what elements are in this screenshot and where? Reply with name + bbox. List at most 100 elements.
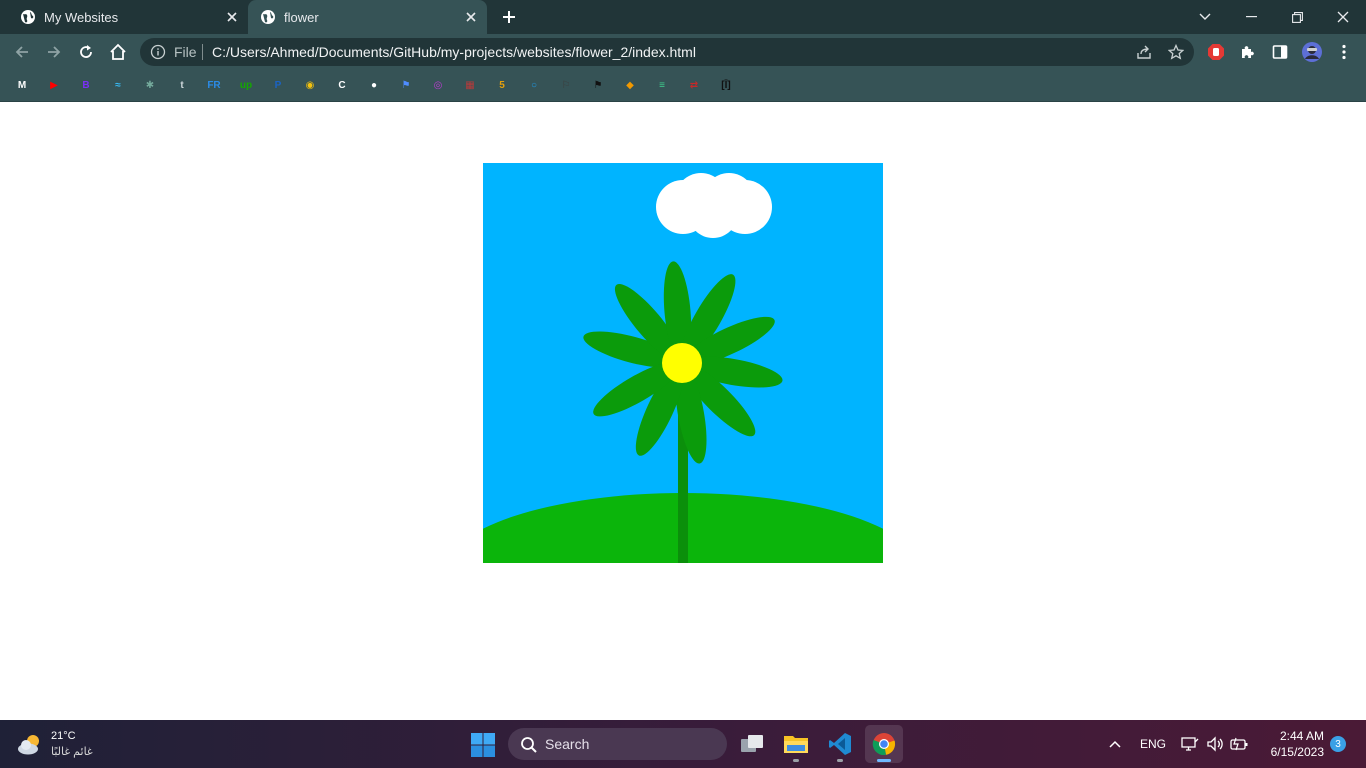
- arrow-right-icon: [48, 46, 61, 58]
- star-icon: [1168, 44, 1184, 60]
- tab-search-button[interactable]: [1182, 0, 1228, 34]
- taskbar: 21°C غائم غالبًا Search ENG 2:44 AM 6/15…: [0, 720, 1366, 768]
- partly-cloudy-icon[interactable]: [16, 732, 44, 756]
- tumblr-icon[interactable]: t: [173, 76, 191, 94]
- bookmark-star-button[interactable]: [1166, 42, 1186, 62]
- task-view-icon: [741, 735, 763, 752]
- chrome-menu-button[interactable]: [1332, 40, 1356, 64]
- task-view-button[interactable]: [733, 725, 771, 763]
- flower-center: [662, 343, 702, 383]
- running-indicator: [793, 759, 799, 762]
- upwork-icon[interactable]: up: [237, 76, 255, 94]
- home-icon: [110, 43, 126, 60]
- weather-temperature[interactable]: 21°C: [51, 730, 76, 742]
- url-text[interactable]: C:/Users/Ahmed/Documents/GitHub/my-proje…: [212, 44, 696, 60]
- share-icon: [1137, 45, 1151, 59]
- reload-button[interactable]: [74, 40, 98, 64]
- clock-date[interactable]: 6/15/2023: [1258, 745, 1324, 759]
- fr-icon[interactable]: FR: [205, 76, 223, 94]
- cloud: [656, 173, 772, 238]
- chrome-taskbar-button[interactable]: [865, 725, 903, 763]
- address-bar[interactable]: File C:/Users/Ahmed/Documents/GitHub/my-…: [140, 38, 1194, 66]
- bootstrap-icon[interactable]: B: [77, 76, 95, 94]
- file-explorer-button[interactable]: [777, 725, 815, 763]
- chrome-icon: [872, 733, 896, 756]
- youtube-icon[interactable]: ▶: [45, 76, 63, 94]
- active-indicator: [877, 759, 891, 762]
- extensions-button[interactable]: [1236, 40, 1260, 64]
- restore-icon: [1291, 11, 1303, 23]
- tab-title: flower: [284, 9, 319, 25]
- running-indicator: [837, 759, 843, 762]
- flag-icon[interactable]: ⚑: [397, 76, 415, 94]
- reload-icon: [80, 45, 92, 58]
- stripes-icon[interactable]: ≡: [653, 76, 671, 94]
- clock-time[interactable]: 2:44 AM: [1262, 729, 1324, 743]
- back-button[interactable]: [10, 40, 34, 64]
- dark-flag-icon[interactable]: ⚐: [557, 76, 575, 94]
- side-panel-icon: [1272, 45, 1288, 59]
- weather-description[interactable]: غائم غالبًا: [51, 745, 93, 758]
- tab-strip: My Websites flower: [0, 0, 1366, 34]
- network-icon[interactable]: [1180, 734, 1200, 754]
- tab-flower[interactable]: flower: [248, 0, 487, 34]
- tab-my-websites[interactable]: My Websites: [8, 0, 248, 34]
- battery-icon[interactable]: [1229, 734, 1249, 754]
- tab-title: My Websites: [44, 9, 119, 25]
- paypal-icon[interactable]: P: [269, 76, 287, 94]
- adblock-extension-button[interactable]: [1204, 40, 1228, 64]
- grid-icon[interactable]: ▦: [461, 76, 479, 94]
- github-icon[interactable]: ●: [365, 76, 383, 94]
- vscode-button[interactable]: [821, 725, 859, 763]
- restore-button[interactable]: [1274, 0, 1320, 34]
- chevron-down-icon: [1199, 13, 1211, 20]
- minimize-button[interactable]: [1228, 0, 1274, 34]
- arrow-left-icon: [15, 46, 28, 58]
- flower-scene: [483, 163, 883, 563]
- side-panel-button[interactable]: [1268, 40, 1292, 64]
- forward-button[interactable]: [42, 40, 66, 64]
- extension-owl-icon[interactable]: ◉: [301, 76, 319, 94]
- puzzle-icon: [1242, 46, 1254, 58]
- gmail-icon[interactable]: M: [13, 76, 31, 94]
- folder-icon: [784, 736, 808, 753]
- new-tab-button[interactable]: [498, 6, 520, 28]
- globe-icon: [21, 10, 35, 24]
- number-five-icon[interactable]: 5: [493, 76, 511, 94]
- chat-bubble-icon[interactable]: ◎: [429, 76, 447, 94]
- globe-icon: [261, 10, 275, 24]
- info-icon[interactable]: [150, 44, 166, 60]
- show-hidden-icons-button[interactable]: [1106, 734, 1124, 754]
- profile-avatar-button[interactable]: [1300, 40, 1324, 64]
- circle-icon[interactable]: ○: [525, 76, 543, 94]
- close-tab-icon[interactable]: [461, 7, 481, 27]
- tailwind-icon[interactable]: ≈: [109, 76, 127, 94]
- browser-toolbar: File C:/Users/Ahmed/Documents/GitHub/my-…: [0, 34, 1366, 70]
- minimize-icon: [1245, 16, 1257, 18]
- plus-icon: [503, 11, 515, 23]
- home-button[interactable]: [106, 40, 130, 64]
- bracket-icon[interactable]: [Ī]: [717, 76, 735, 94]
- codeium-icon[interactable]: C: [333, 76, 351, 94]
- notification-badge[interactable]: 3: [1330, 736, 1346, 752]
- chevron-up-icon: [1109, 740, 1121, 748]
- chatgpt-icon[interactable]: ✱: [141, 76, 159, 94]
- windows-start-icon[interactable]: [470, 732, 496, 758]
- search-placeholder: Search: [545, 736, 590, 752]
- search-icon: [521, 737, 537, 753]
- scheme-separator: [202, 44, 203, 60]
- black-flag-icon[interactable]: ⚑: [589, 76, 607, 94]
- kebab-menu-icon: [1342, 44, 1346, 60]
- toggle-icon[interactable]: ⇄: [685, 76, 703, 94]
- vscode-icon: [829, 733, 851, 755]
- close-window-button[interactable]: [1320, 0, 1366, 34]
- close-tab-icon[interactable]: [222, 7, 242, 27]
- volume-icon[interactable]: [1205, 734, 1225, 754]
- taskbar-search[interactable]: Search: [508, 728, 727, 760]
- diamond-icon[interactable]: ◆: [621, 76, 639, 94]
- scheme-label: File: [174, 44, 197, 60]
- share-button[interactable]: [1134, 42, 1154, 62]
- input-language-indicator[interactable]: ENG: [1136, 734, 1170, 754]
- close-icon: [1337, 11, 1349, 23]
- avatar: [1302, 42, 1322, 62]
